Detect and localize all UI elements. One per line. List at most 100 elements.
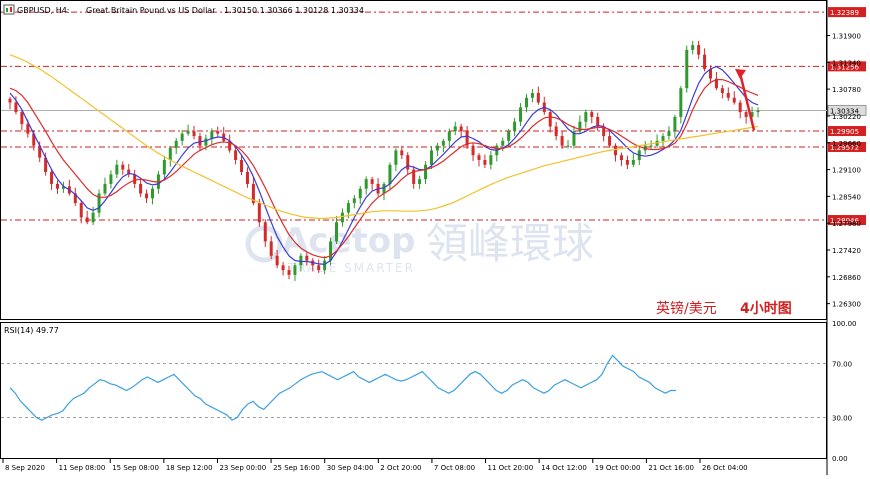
candle-bull	[661, 136, 665, 141]
candle-bear	[263, 222, 267, 242]
candle-bear	[554, 126, 558, 137]
header-description: Great Britain Pound vs US Dollar	[86, 6, 216, 15]
candle-bear	[245, 171, 249, 184]
candle-bull	[524, 97, 528, 108]
candle-bear	[459, 126, 463, 132]
candle-bear	[625, 160, 629, 165]
candle-bull	[162, 160, 166, 175]
price-tick-label: 1.30780	[832, 86, 861, 94]
price-tick-label: 1.26860	[832, 274, 861, 282]
time-tick-label: 18 Sep 12:00	[166, 464, 213, 472]
watermark-tagline: TRADE SMARTER	[287, 261, 415, 275]
candle-bear	[121, 164, 125, 170]
price-tick-label: 1.27420	[832, 247, 861, 255]
level-price-label: 1.29905	[830, 128, 859, 136]
price-tick-label: 1.31900	[832, 33, 861, 41]
watermark-brand: Acetop	[282, 221, 415, 261]
candle-bull	[441, 140, 445, 146]
candle-bull	[382, 183, 386, 194]
candle-bear	[50, 171, 54, 184]
rsi-title: RSI(14) 49.77	[4, 326, 59, 335]
candle-bear	[216, 131, 220, 134]
candle-bull	[429, 150, 433, 165]
candle-bull	[103, 183, 107, 194]
price-tick-label: 1.28540	[832, 193, 861, 201]
candle-bear	[55, 183, 59, 189]
rsi-tick-label: 70.00	[832, 361, 852, 369]
time-tick-label: 7 Oct 08:00	[434, 464, 475, 472]
time-tick-label: 25 Sep 16:00	[273, 464, 320, 472]
candle-bear	[139, 183, 143, 194]
candle-bear	[744, 112, 748, 117]
candle-bull	[346, 203, 350, 213]
candle-bear	[234, 150, 238, 160]
rsi-tick-label: 100.00	[832, 320, 857, 328]
candle-bear	[726, 92, 730, 98]
candle-bull	[150, 188, 154, 199]
candle-bull	[519, 107, 523, 122]
candle-bull	[186, 131, 190, 134]
candle-bull	[649, 145, 653, 147]
candle-bull	[210, 131, 214, 139]
candle-bull	[323, 260, 327, 271]
candle-bull	[489, 155, 493, 165]
candle-bull	[566, 145, 570, 147]
candle-bull	[91, 212, 95, 223]
candle-bull	[435, 145, 439, 151]
candle-bull	[501, 140, 505, 146]
candle-bull	[453, 126, 457, 132]
candle-bull	[424, 164, 428, 180]
candle-bear	[240, 160, 244, 172]
candle-bear	[198, 136, 202, 146]
candle-bull	[507, 131, 511, 141]
rsi-axis: 100.00 70.00 30.00 0.00	[832, 320, 857, 463]
candle-bear	[26, 124, 30, 134]
chart-area: Acetop 領峰環球 TRADE SMARTER 1.32389 1.31256…	[0, 0, 870, 475]
candle-bull	[673, 116, 677, 132]
time-tick-label: 30 Sep 04:00	[327, 464, 374, 472]
time-tick-label: 11 Sep 08:00	[59, 464, 106, 472]
candle-bear	[275, 255, 279, 266]
candle-bull	[293, 265, 297, 275]
candle-bull	[691, 45, 695, 50]
candle-bull	[335, 222, 339, 242]
candle-bear	[590, 112, 594, 117]
level-price-label: 1.32389	[830, 9, 859, 17]
candle-bear	[79, 203, 83, 218]
candle-bear	[406, 155, 410, 170]
time-tick-label: 26 Oct 04:00	[702, 464, 748, 472]
candle-bear	[732, 97, 736, 103]
candle-bull	[352, 198, 356, 204]
candle-bear	[145, 193, 149, 199]
candle-bear	[133, 174, 137, 184]
price-tick-label: 1.29100	[832, 167, 861, 175]
candle-bull	[174, 140, 178, 149]
candle-bull	[329, 241, 333, 261]
candle-bull	[679, 88, 683, 117]
candle-bear	[85, 217, 89, 223]
time-tick-label: 11 Oct 20:00	[488, 464, 534, 472]
chart-header: GBPUSD, H4: Great Britain Pound vs US Do…	[3, 4, 364, 15]
candle-bear	[269, 241, 273, 256]
price-tick-label: 1.29660	[832, 140, 861, 148]
time-tick-label: 2 Oct 20:00	[380, 464, 421, 472]
candle-bear	[720, 88, 724, 93]
candle-bear	[560, 136, 564, 146]
candle-bull	[204, 138, 208, 146]
candle-bull	[340, 212, 344, 223]
candle-bull	[513, 121, 517, 132]
time-tick-label: 8 Sep 2020	[5, 464, 45, 472]
candle-bull	[530, 92, 534, 98]
rsi-tick-label: 30.00	[832, 415, 852, 423]
chart-svg: Acetop 領峰環球 TRADE SMARTER 1.323891.31256…	[0, 0, 867, 475]
cn-pair-label: 英镑/美元	[656, 300, 717, 317]
candle-bear	[8, 98, 12, 103]
price-tick-label: 1.26300	[832, 301, 861, 309]
candle-bull	[394, 150, 398, 165]
rsi-pane-frame	[0, 322, 827, 459]
candle-bear	[614, 145, 618, 156]
candle-bear	[305, 255, 309, 261]
rsi-tick-label: 0.00	[832, 455, 848, 463]
candle-bear	[536, 92, 540, 103]
candle-bear	[477, 155, 481, 160]
